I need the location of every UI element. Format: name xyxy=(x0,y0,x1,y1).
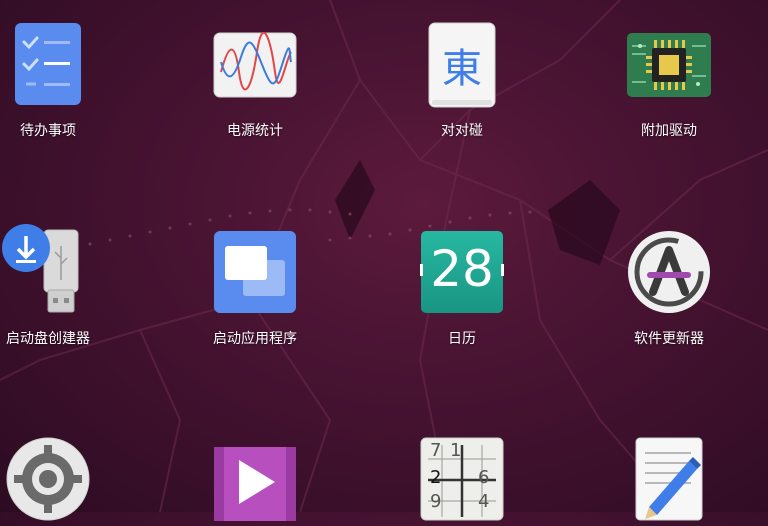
todo-checklist-icon xyxy=(14,22,82,106)
settings-gear-icon xyxy=(6,437,90,521)
sudoku-digit: 9 xyxy=(430,491,442,512)
app-label: 启动盘创建器 xyxy=(6,331,90,347)
additional-drivers-chip-icon xyxy=(626,32,712,98)
mahjongg-glyph: 東 xyxy=(442,46,482,92)
calendar-icon: 28 xyxy=(420,230,504,314)
sudoku-digit: 6 xyxy=(478,467,490,488)
software-updater-icon xyxy=(627,230,711,314)
startup-disk-creator-icon xyxy=(0,224,96,316)
app-label: 软件更新器 xyxy=(634,331,704,347)
sudoku-digit: 4 xyxy=(478,491,490,512)
sudoku-digit: 1 xyxy=(450,440,462,461)
app-label: 附加驱动 xyxy=(641,123,697,139)
sudoku-digit: 2 xyxy=(430,467,442,488)
app-label: 日历 xyxy=(448,331,476,347)
video-player-icon xyxy=(213,446,297,522)
app-label: 待办事项 xyxy=(20,123,76,139)
power-statistics-icon xyxy=(213,31,297,98)
mahjongg-tile-icon: 東 xyxy=(428,22,496,108)
text-editor-pencil-icon xyxy=(635,437,703,521)
calendar-day: 28 xyxy=(430,240,494,298)
startup-applications-icon xyxy=(213,230,297,314)
app-label: 对对碰 xyxy=(441,123,483,139)
app-label: 电源统计 xyxy=(227,123,283,139)
sudoku-icon: 7 1 2 6 9 4 xyxy=(420,437,504,521)
sudoku-digit: 7 xyxy=(430,440,442,461)
app-label: 启动应用程序 xyxy=(213,331,297,347)
